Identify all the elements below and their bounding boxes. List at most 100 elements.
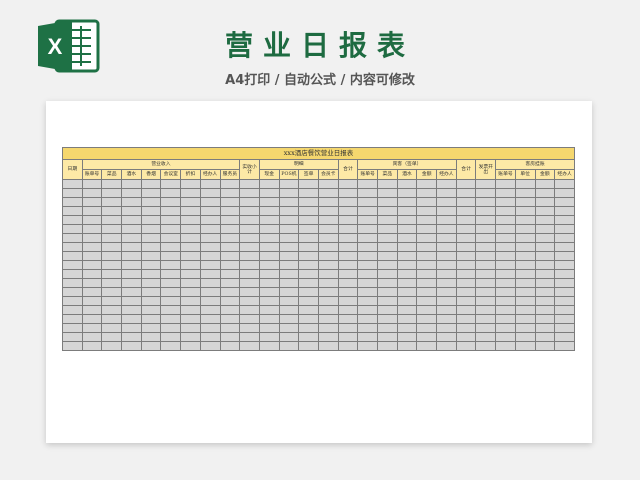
table-cell[interactable] <box>475 305 497 315</box>
table-cell[interactable] <box>180 296 201 306</box>
table-cell[interactable] <box>317 323 339 333</box>
table-cell[interactable] <box>278 215 300 225</box>
table-cell[interactable] <box>495 215 516 225</box>
table-cell[interactable] <box>337 179 359 189</box>
table-cell[interactable] <box>337 269 359 279</box>
table-cell[interactable] <box>514 323 536 333</box>
table-cell[interactable] <box>258 287 280 297</box>
table-cell[interactable] <box>298 278 319 288</box>
table-cell[interactable] <box>455 323 477 333</box>
table-cell[interactable] <box>81 188 103 198</box>
table-cell[interactable] <box>298 269 319 279</box>
table-cell[interactable] <box>396 188 418 198</box>
table-cell[interactable] <box>160 188 182 198</box>
table-cell[interactable] <box>337 341 359 351</box>
table-cell[interactable] <box>160 305 182 315</box>
table-cell[interactable] <box>140 242 162 252</box>
table-cell[interactable] <box>317 179 339 189</box>
table-cell[interactable] <box>534 332 556 342</box>
table-cell[interactable] <box>455 314 477 324</box>
table-cell[interactable] <box>258 296 280 306</box>
table-cell[interactable] <box>160 206 182 216</box>
table-cell[interactable] <box>62 269 83 279</box>
table-cell[interactable] <box>101 242 123 252</box>
table-cell[interactable] <box>475 233 497 243</box>
table-cell[interactable] <box>298 287 319 297</box>
table-cell[interactable] <box>416 179 438 189</box>
table-cell[interactable] <box>357 278 378 288</box>
table-cell[interactable] <box>436 305 457 315</box>
table-cell[interactable] <box>357 215 378 225</box>
table-cell[interactable] <box>160 233 182 243</box>
table-cell[interactable] <box>357 224 378 234</box>
table-cell[interactable] <box>160 296 182 306</box>
table-cell[interactable] <box>357 332 378 342</box>
table-cell[interactable] <box>160 251 182 261</box>
table-cell[interactable] <box>140 206 162 216</box>
table-cell[interactable] <box>475 179 497 189</box>
table-cell[interactable] <box>495 224 516 234</box>
table-cell[interactable] <box>180 332 201 342</box>
table-cell[interactable] <box>475 197 497 207</box>
table-cell[interactable] <box>121 296 142 306</box>
table-cell[interactable] <box>514 260 536 270</box>
table-cell[interactable] <box>495 314 516 324</box>
table-cell[interactable] <box>180 323 201 333</box>
table-cell[interactable] <box>239 215 260 225</box>
table-cell[interactable] <box>495 269 516 279</box>
table-cell[interactable] <box>436 206 457 216</box>
table-cell[interactable] <box>180 188 201 198</box>
table-cell[interactable] <box>416 323 438 333</box>
table-cell[interactable] <box>180 206 201 216</box>
table-cell[interactable] <box>219 188 241 198</box>
table-cell[interactable] <box>377 287 398 297</box>
table-cell[interactable] <box>436 296 457 306</box>
table-cell[interactable] <box>475 251 497 261</box>
table-cell[interactable] <box>180 242 201 252</box>
table-cell[interactable] <box>514 215 536 225</box>
table-cell[interactable] <box>416 188 438 198</box>
table-cell[interactable] <box>101 296 123 306</box>
table-cell[interactable] <box>455 341 477 351</box>
table-cell[interactable] <box>377 179 398 189</box>
table-cell[interactable] <box>199 206 221 216</box>
table-cell[interactable] <box>416 206 438 216</box>
table-cell[interactable] <box>101 206 123 216</box>
table-cell[interactable] <box>337 314 359 324</box>
table-cell[interactable] <box>357 305 378 315</box>
table-cell[interactable] <box>455 179 477 189</box>
table-cell[interactable] <box>81 251 103 261</box>
table-cell[interactable] <box>81 323 103 333</box>
table-cell[interactable] <box>258 341 280 351</box>
table-cell[interactable] <box>514 341 536 351</box>
table-cell[interactable] <box>554 251 575 261</box>
table-cell[interactable] <box>258 233 280 243</box>
table-cell[interactable] <box>140 278 162 288</box>
table-cell[interactable] <box>180 233 201 243</box>
table-cell[interactable] <box>298 242 319 252</box>
table-cell[interactable] <box>101 314 123 324</box>
table-cell[interactable] <box>219 278 241 288</box>
table-cell[interactable] <box>416 242 438 252</box>
table-cell[interactable] <box>514 242 536 252</box>
table-cell[interactable] <box>239 188 260 198</box>
table-cell[interactable] <box>534 269 556 279</box>
table-cell[interactable] <box>219 197 241 207</box>
table-cell[interactable] <box>180 179 201 189</box>
table-cell[interactable] <box>377 305 398 315</box>
table-cell[interactable] <box>278 188 300 198</box>
table-cell[interactable] <box>357 341 378 351</box>
table-cell[interactable] <box>554 332 575 342</box>
table-cell[interactable] <box>199 197 221 207</box>
table-cell[interactable] <box>377 341 398 351</box>
table-cell[interactable] <box>475 242 497 252</box>
table-cell[interactable] <box>199 296 221 306</box>
table-cell[interactable] <box>298 224 319 234</box>
table-cell[interactable] <box>554 314 575 324</box>
table-cell[interactable] <box>140 224 162 234</box>
table-cell[interactable] <box>317 188 339 198</box>
table-cell[interactable] <box>416 314 438 324</box>
table-cell[interactable] <box>475 215 497 225</box>
table-cell[interactable] <box>199 233 221 243</box>
table-cell[interactable] <box>101 269 123 279</box>
